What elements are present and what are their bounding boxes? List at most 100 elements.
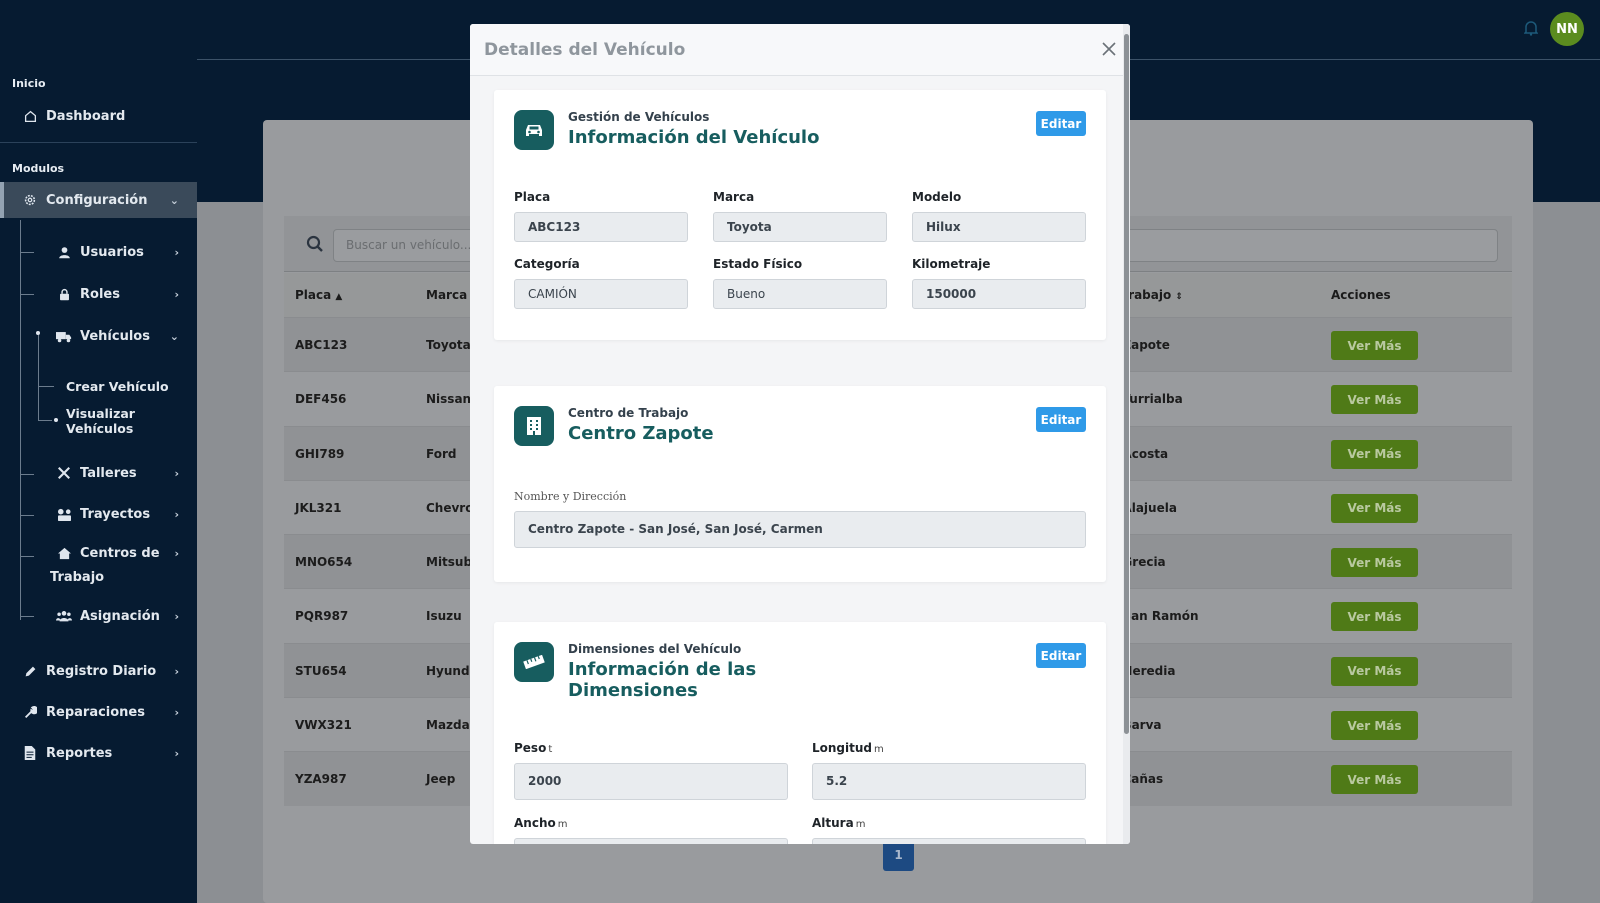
peso-field[interactable]: 2000 bbox=[514, 763, 788, 800]
nombre-direccion-field[interactable]: Centro Zapote - San José, San José, Carm… bbox=[514, 511, 1086, 548]
sidebar-item-reparaciones[interactable]: Reparaciones › bbox=[0, 694, 197, 730]
sidebar-item-label: Reportes bbox=[46, 745, 113, 761]
ver-mas-button[interactable]: Ver Más bbox=[1331, 711, 1418, 741]
sidebar-item-configuracion[interactable]: Configuración ⌄ bbox=[0, 182, 197, 218]
peso-label-text: Peso bbox=[514, 741, 547, 755]
cell-marca: Isuzu bbox=[426, 609, 462, 624]
cell-marca: Mazda bbox=[426, 718, 470, 733]
sort-icon: ⇕ bbox=[1175, 292, 1183, 302]
cell-placa: STU654 bbox=[295, 663, 347, 678]
chevron-right-icon: › bbox=[174, 664, 179, 678]
edit-center-button[interactable]: Editar bbox=[1036, 407, 1086, 432]
altura-field[interactable] bbox=[812, 838, 1086, 844]
cell-marca: Ford bbox=[426, 446, 457, 461]
ver-mas-button[interactable]: Ver Más bbox=[1331, 331, 1418, 360]
lock-icon bbox=[56, 286, 72, 302]
column-header-placa[interactable]: Placa ▲ bbox=[295, 288, 342, 302]
sidebar-item-label: Vehículos bbox=[80, 328, 150, 344]
vehicle-details-modal: Detalles del Vehículo Gestión de Vehícul… bbox=[470, 24, 1130, 844]
cell-marca: Nissan bbox=[426, 392, 472, 407]
sidebar-item-label: Centros de bbox=[80, 545, 160, 561]
ver-mas-button[interactable]: Ver Más bbox=[1331, 493, 1418, 523]
car-icon bbox=[514, 110, 554, 150]
estado-select[interactable]: Bueno bbox=[713, 279, 887, 309]
sidebar-item-crear-vehiculo[interactable]: Crear Vehículo bbox=[0, 368, 197, 404]
edit-vehicle-button[interactable]: Editar bbox=[1036, 111, 1086, 136]
sidebar-item-label: Dashboard bbox=[46, 108, 126, 124]
chevron-right-icon: › bbox=[174, 546, 179, 560]
edit-dimensions-button[interactable]: Editar bbox=[1036, 643, 1086, 668]
longitud-label: Longitud m bbox=[812, 741, 884, 755]
modelo-field[interactable]: Hilux bbox=[912, 212, 1086, 242]
longitud-unit: m bbox=[874, 744, 884, 755]
chevron-right-icon: › bbox=[174, 746, 179, 760]
cell-marca: Mitsub bbox=[426, 555, 473, 570]
sidebar-item-label: Talleres bbox=[80, 465, 137, 481]
avatar[interactable]: NN bbox=[1550, 12, 1584, 46]
sidebar-item-reportes[interactable]: Reportes › bbox=[0, 735, 197, 771]
ver-mas-button[interactable]: Ver Más bbox=[1331, 602, 1418, 632]
cell-placa: JKL321 bbox=[295, 500, 342, 515]
sidebar-item-registro-diario[interactable]: Registro Diario › bbox=[0, 653, 197, 689]
modal-scrollbar[interactable] bbox=[1123, 24, 1130, 844]
ver-mas-button[interactable]: Ver Más bbox=[1331, 385, 1418, 415]
chevron-right-icon: › bbox=[174, 466, 179, 480]
sidebar-item-label: Roles bbox=[80, 286, 120, 302]
sidebar-item-centros-trabajo[interactable]: Centros de › bbox=[0, 538, 197, 568]
sidebar-item-label: Configuración bbox=[46, 192, 148, 208]
ver-mas-button[interactable]: Ver Más bbox=[1331, 656, 1418, 686]
sidebar-item-label: Trayectos bbox=[80, 506, 151, 522]
sidebar-item-dashboard[interactable]: Dashboard bbox=[0, 98, 197, 134]
ancho-label-text: Ancho bbox=[514, 816, 556, 830]
sidebar-item-asignacion[interactable]: Asignación › bbox=[0, 598, 197, 634]
section-subtitle: Gestión de Vehículos bbox=[568, 110, 710, 124]
close-icon[interactable] bbox=[1098, 38, 1120, 60]
wrench-icon bbox=[22, 704, 38, 720]
sidebar-item-label: Crear Vehículo bbox=[66, 378, 169, 394]
sidebar-item-vehiculos[interactable]: Vehículos ⌄ bbox=[0, 318, 197, 354]
ancho-field[interactable] bbox=[514, 838, 788, 844]
sidebar-item-label: Usuarios bbox=[80, 244, 144, 260]
modal-title: Detalles del Vehículo bbox=[484, 40, 686, 60]
section-title: Centro Zapote bbox=[568, 423, 714, 444]
chevron-down-icon: ⌄ bbox=[169, 329, 179, 343]
chevron-right-icon: › bbox=[174, 705, 179, 719]
users-icon bbox=[56, 608, 72, 624]
chevron-right-icon: › bbox=[174, 507, 179, 521]
sidebar-item-trayectos[interactable]: Trayectos › bbox=[0, 496, 197, 532]
sidebar-item-visualizar-vehiculos[interactable]: Visualizar Vehículos bbox=[0, 403, 197, 439]
sidebar-item-usuarios[interactable]: Usuarios › bbox=[0, 234, 197, 270]
column-header-marca[interactable]: Marca bbox=[426, 288, 467, 302]
sidebar-item-label: Asignación bbox=[80, 608, 160, 624]
categoria-label: Categoría bbox=[514, 257, 580, 271]
house-icon bbox=[56, 545, 72, 561]
marca-field[interactable]: Toyota bbox=[713, 212, 887, 242]
ver-mas-button[interactable]: Ver Más bbox=[1331, 439, 1418, 469]
kilometraje-field[interactable]: 150000 bbox=[912, 279, 1086, 309]
cell-marca: Jeep bbox=[426, 772, 456, 787]
ver-mas-button[interactable]: Ver Más bbox=[1331, 765, 1418, 795]
scrollbar-thumb[interactable] bbox=[1124, 34, 1129, 734]
altura-label-text: Altura bbox=[812, 816, 854, 830]
bell-icon[interactable] bbox=[1523, 20, 1540, 38]
building-icon bbox=[514, 406, 554, 446]
categoria-select[interactable]: CAMIÓN bbox=[514, 279, 688, 309]
placa-field[interactable]: ABC123 bbox=[514, 212, 688, 242]
cell-marca: Chevro bbox=[426, 500, 474, 515]
nombre-direccion-label: Nombre y Dirección bbox=[514, 490, 627, 503]
longitud-field[interactable]: 5.2 bbox=[812, 763, 1086, 800]
search-icon bbox=[306, 235, 326, 255]
sidebar-item-label: Visualizar Vehículos bbox=[66, 406, 135, 436]
truck-icon bbox=[56, 328, 72, 344]
column-header-acciones: Acciones bbox=[1331, 288, 1391, 302]
sidebar-item-label-cont: Trabajo bbox=[50, 570, 105, 585]
dimensions-section: Dimensiones del Vehículo Información de … bbox=[494, 622, 1106, 844]
sidebar-item-roles[interactable]: Roles › bbox=[0, 276, 197, 312]
ver-mas-button[interactable]: Ver Más bbox=[1331, 548, 1418, 578]
sidebar-item-label: Reparaciones bbox=[46, 704, 145, 720]
section-subtitle: Dimensiones del Vehículo bbox=[568, 642, 742, 656]
sidebar-item-talleres[interactable]: Talleres › bbox=[0, 455, 197, 491]
placa-label: Placa bbox=[514, 190, 551, 204]
gear-icon bbox=[22, 192, 38, 208]
cell-marca: Toyota bbox=[426, 338, 471, 352]
